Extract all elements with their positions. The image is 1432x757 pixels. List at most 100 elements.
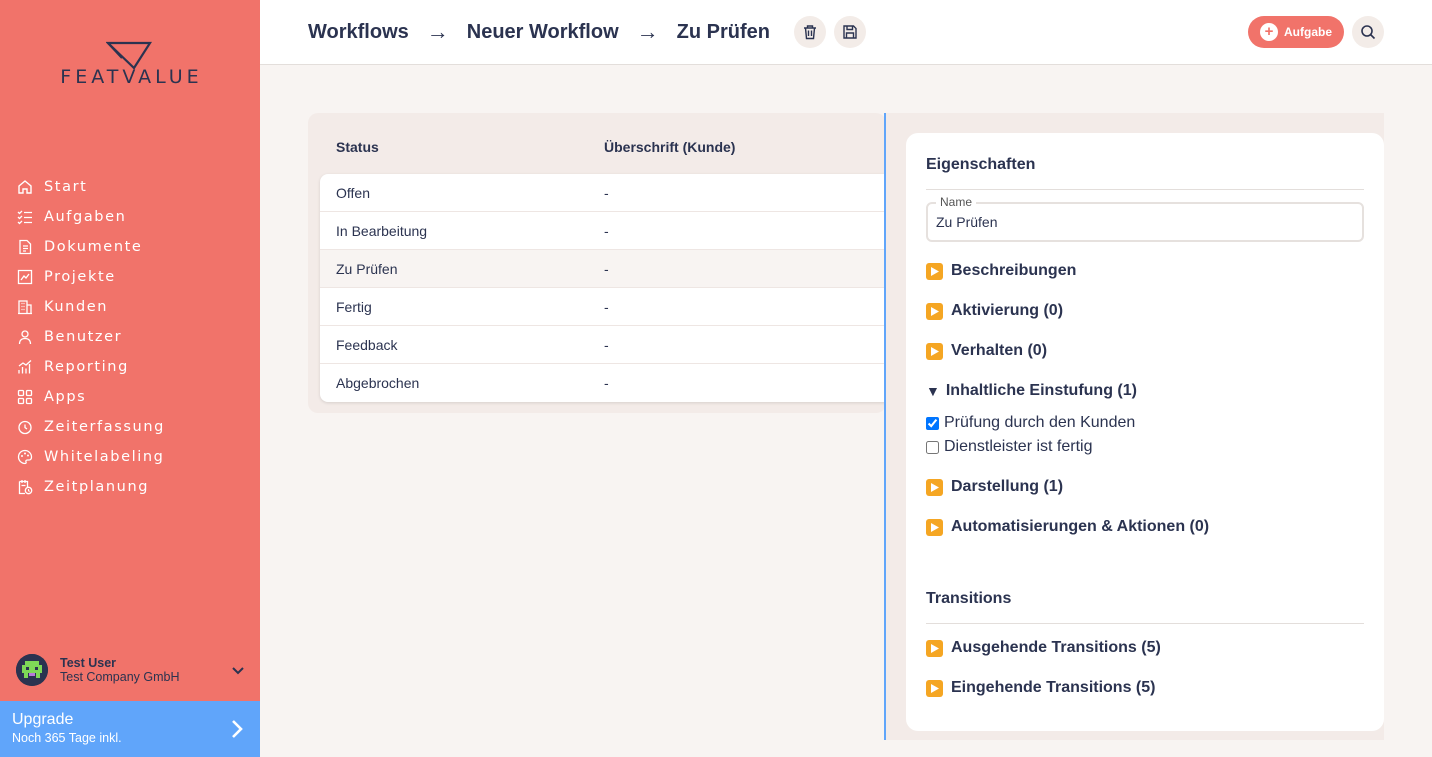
sidebar-item-projekte[interactable]: Projekte: [16, 262, 256, 292]
checkbox-label: Dienstleister ist fertig: [944, 438, 1093, 455]
properties-title: Eigenschaften: [926, 156, 1036, 173]
header-actions: [786, 16, 866, 48]
table-row[interactable]: Feedback -: [320, 326, 886, 364]
cell-status: Feedback: [336, 336, 398, 353]
table-row[interactable]: Fertig -: [320, 288, 886, 326]
sidebar-item-apps[interactable]: Apps: [16, 382, 256, 412]
column-header-heading[interactable]: Überschrift (Kunde): [604, 139, 735, 155]
cell-heading: -: [604, 375, 609, 391]
name-input[interactable]: [936, 214, 1346, 230]
section-label: Inhaltliche Einstufung (1): [945, 382, 1137, 399]
search-button[interactable]: [1352, 16, 1384, 48]
sidebar-item-label: Aufgaben: [44, 209, 127, 225]
checkbox-input[interactable]: [926, 416, 939, 430]
section-automatisierungen[interactable]: Automatisierungen & Aktionen (0): [926, 518, 1209, 536]
sidebar-item-label: Start: [44, 179, 88, 195]
checkbox-dienstleister-fertig[interactable]: Dienstleister ist fertig: [926, 438, 1093, 456]
upgrade-title: Upgrade: [12, 711, 74, 728]
play-icon: [926, 679, 943, 697]
sidebar-item-aufgaben[interactable]: Aufgaben: [16, 202, 256, 232]
section-label: Aktivierung (0): [951, 302, 1064, 319]
sidebar-item-label: Reporting: [44, 359, 129, 375]
divider: [926, 623, 1364, 624]
sidebar-item-zeitplanung[interactable]: Zeitplanung: [16, 472, 256, 502]
document-icon: [16, 238, 34, 256]
play-icon: [926, 262, 943, 280]
user-name: Test User: [60, 656, 117, 670]
brand-logo[interactable]: FEATVALUE: [44, 40, 219, 90]
top-header: Workflows → Neuer Workflow → Zu Prüfen +…: [260, 0, 1432, 65]
upgrade-banner[interactable]: Upgrade Noch 365 Tage inkl.: [0, 701, 260, 757]
cell-heading: -: [604, 222, 609, 239]
section-label: Ausgehende Transitions (5): [951, 639, 1161, 656]
sidebar: FEATVALUE Start Aufgaben Dokumente Proje…: [0, 0, 260, 757]
section-inhaltliche-einstufung[interactable]: ▼ Inhaltliche Einstufung (1): [926, 382, 1137, 400]
sidebar-item-benutzer[interactable]: Benutzer: [16, 322, 256, 352]
section-aktivierung[interactable]: Aktivierung (0): [926, 302, 1063, 320]
breadcrumb-neuer-workflow[interactable]: Neuer Workflow: [467, 21, 619, 44]
sidebar-item-label: Projekte: [44, 269, 116, 285]
section-beschreibungen[interactable]: Beschreibungen: [926, 262, 1076, 280]
avatar: [16, 654, 48, 686]
upgrade-subtitle: Noch 365 Tage inkl.: [12, 731, 122, 745]
breadcrumb: Workflows → Neuer Workflow → Zu Prüfen: [308, 16, 866, 48]
sidebar-nav: Start Aufgaben Dokumente Projekte Kunden: [16, 172, 256, 502]
chart-icon: [16, 358, 34, 376]
checkbox-input[interactable]: [926, 440, 939, 454]
name-field-label: Name: [936, 195, 977, 209]
sidebar-item-whitelabeling[interactable]: Whitelabeling: [16, 442, 256, 472]
sidebar-item-start[interactable]: Start: [16, 172, 256, 202]
sidebar-item-zeiterfassung[interactable]: Zeiterfassung: [16, 412, 256, 442]
section-darstellung[interactable]: Darstellung (1): [926, 478, 1063, 496]
name-field[interactable]: Name: [926, 195, 1364, 242]
chevron-right-icon: [232, 720, 243, 738]
transitions-title: Transitions: [926, 590, 1012, 607]
play-icon: [926, 478, 943, 496]
status-table: Status Überschrift (Kunde) Offen - In Be…: [308, 113, 886, 413]
table-header: Status Überschrift (Kunde): [336, 139, 876, 155]
projects-icon: [16, 268, 34, 286]
add-task-button[interactable]: + Aufgabe: [1248, 16, 1344, 48]
cell-heading: -: [604, 298, 609, 315]
column-header-status[interactable]: Status: [336, 139, 604, 155]
table-row[interactable]: In Bearbeitung -: [320, 212, 886, 250]
section-eingehende-transitions[interactable]: Eingehende Transitions (5): [926, 679, 1155, 697]
cell-heading: -: [604, 184, 609, 201]
delete-button[interactable]: [793, 16, 826, 48]
sidebar-item-dokumente[interactable]: Dokumente: [16, 232, 256, 262]
palette-icon: [16, 448, 34, 466]
chevron-down-icon[interactable]: [230, 662, 246, 678]
user-icon: [16, 328, 34, 346]
cell-status: Offen: [336, 184, 370, 201]
building-icon: [16, 298, 34, 316]
sidebar-item-label: Whitelabeling: [44, 449, 165, 465]
breadcrumb-workflows[interactable]: Workflows: [308, 21, 409, 44]
add-task-label: Aufgabe: [1284, 25, 1332, 39]
save-icon: [843, 25, 857, 39]
play-icon: [926, 342, 943, 360]
tasks-icon: [16, 208, 34, 226]
table-row[interactable]: Offen -: [320, 174, 886, 212]
sidebar-item-label: Apps: [44, 389, 87, 405]
sidebar-item-kunden[interactable]: Kunden: [16, 292, 256, 322]
section-ausgehende-transitions[interactable]: Ausgehende Transitions (5): [926, 639, 1161, 657]
sidebar-item-label: Dokumente: [44, 239, 143, 255]
save-button[interactable]: [833, 16, 866, 48]
schedule-icon: [16, 478, 34, 496]
breadcrumb-current: Zu Prüfen: [676, 20, 770, 43]
table-row[interactable]: Abgebrochen -: [320, 364, 886, 402]
user-menu[interactable]: Test User Test Company GmbH: [16, 652, 246, 688]
sidebar-item-reporting[interactable]: Reporting: [16, 352, 256, 382]
breadcrumb-separator: →: [426, 19, 449, 44]
section-verhalten[interactable]: Verhalten (0): [926, 342, 1047, 360]
section-label: Beschreibungen: [951, 262, 1077, 279]
checkbox-kundenpruefung[interactable]: Prüfung durch den Kunden: [926, 414, 1135, 432]
home-icon: [16, 178, 34, 196]
sidebar-item-label: Zeitplanung: [44, 479, 150, 495]
table-row-selected[interactable]: Zu Prüfen -: [320, 250, 886, 288]
triangle-down-icon: ▼: [926, 383, 940, 399]
divider: [926, 189, 1364, 190]
section-label: Verhalten (0): [951, 342, 1048, 359]
user-info: Test User Test Company GmbH: [60, 656, 230, 684]
section-label: Eingehende Transitions (5): [951, 679, 1156, 696]
